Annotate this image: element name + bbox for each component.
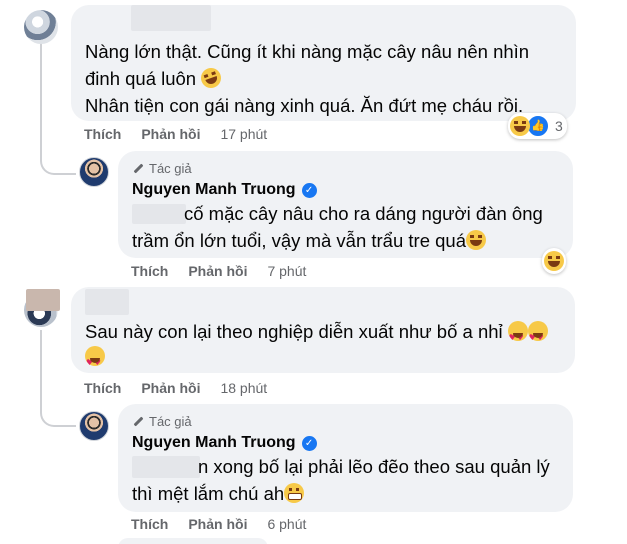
pen-icon — [132, 416, 144, 428]
comment-bubble: Nàng lớn thật. Cũng ít khi nàng mặc cây … — [71, 5, 576, 121]
reply-line: cố mặc cây nâu cho ra dáng người đàn ông — [184, 203, 543, 224]
author-avatar[interactable] — [79, 411, 109, 441]
reply-line: trầm ổn lớn tuổi, vậy mà vẫn trẩu tre qu… — [132, 227, 486, 254]
timestamp[interactable]: 7 phút — [267, 263, 306, 279]
laugh-emoji-icon — [544, 251, 564, 271]
comment-bubble: Sau này con lại theo nghiệp diễn xuất nh… — [71, 287, 575, 376]
laugh-emoji-icon — [198, 65, 225, 91]
thread-line — [40, 330, 42, 375]
author-name[interactable]: Nguyen Manh Truong ✓ — [132, 434, 317, 452]
verified-badge-icon: ✓ — [301, 436, 317, 451]
reply-actions: Thích Phản hồi 6 phút — [131, 516, 306, 532]
reactions-summary[interactable] — [542, 248, 566, 274]
comment-actions: Thích Phản hồi 18 phút — [84, 380, 267, 396]
author-badge: Tác giả — [132, 161, 192, 176]
redacted-mention — [132, 204, 186, 224]
author-badge: Tác giả — [132, 414, 192, 429]
reply-line: n xong bố lại phải lẽo đẽo theo sau quản… — [198, 456, 550, 477]
reactions-summary[interactable]: 👍 3 — [508, 113, 567, 139]
heart-eyes-emoji-icon — [527, 321, 548, 351]
reply-button[interactable]: Phản hồi — [188, 263, 247, 279]
comment-actions: Thích Phản hồi 17 phút — [84, 126, 267, 142]
laugh-emoji-icon — [510, 116, 530, 136]
like-button[interactable]: Thích — [131, 516, 168, 532]
reaction-count: 3 — [555, 118, 563, 134]
comment-line: đinh quá luôn — [85, 65, 225, 92]
pen-icon — [132, 163, 144, 175]
grimace-emoji-icon — [284, 483, 305, 503]
timestamp[interactable]: 18 phút — [220, 380, 267, 396]
like-button[interactable]: Thích — [131, 263, 168, 279]
timestamp[interactable]: 17 phút — [220, 126, 267, 142]
comment-line: Nàng lớn thật. Cũng ít khi nàng mặc cây … — [85, 41, 530, 62]
comment-line: Nhân tiện con gái nàng xinh quá. Ăn đứt … — [85, 95, 524, 116]
heart-eyes-emoji-icon — [85, 346, 105, 376]
laugh-emoji-icon — [466, 230, 486, 250]
reply-button[interactable]: Phản hồi — [141, 126, 200, 142]
reply-line: thì mệt lắm chú ah — [132, 480, 305, 507]
commenter-avatar[interactable] — [24, 10, 58, 44]
like-button[interactable]: Thích — [84, 380, 121, 396]
reply-actions: Thích Phản hồi 7 phút — [131, 263, 306, 279]
reply-bubble: Tác giả Nguyen Manh Truong ✓ n xong bố lạ… — [118, 404, 573, 512]
comment-line: Sau này con lại theo nghiệp diễn xuất nh… — [85, 318, 548, 351]
thread-curve — [40, 375, 76, 427]
thread-line — [40, 40, 42, 135]
verified-badge-icon: ✓ — [301, 183, 317, 198]
reply-button[interactable]: Phản hồi — [188, 516, 247, 532]
next-bubble-edge — [118, 538, 268, 544]
thread-curve — [40, 135, 76, 175]
author-avatar[interactable] — [79, 157, 109, 187]
redacted-mention — [132, 456, 200, 478]
heart-eyes-emoji-icon — [507, 321, 528, 351]
timestamp[interactable]: 6 phút — [267, 516, 306, 532]
redacted-name — [131, 5, 211, 31]
redacted-name — [85, 289, 129, 315]
author-name[interactable]: Nguyen Manh Truong ✓ — [132, 181, 317, 199]
redacted-avatar-overlay — [26, 289, 60, 311]
comment-line — [85, 343, 105, 376]
like-button[interactable]: Thích — [84, 126, 121, 142]
reply-button[interactable]: Phản hồi — [141, 380, 200, 396]
reply-bubble: Tác giả Nguyen Manh Truong ✓ cố mặc cây n… — [118, 151, 573, 258]
